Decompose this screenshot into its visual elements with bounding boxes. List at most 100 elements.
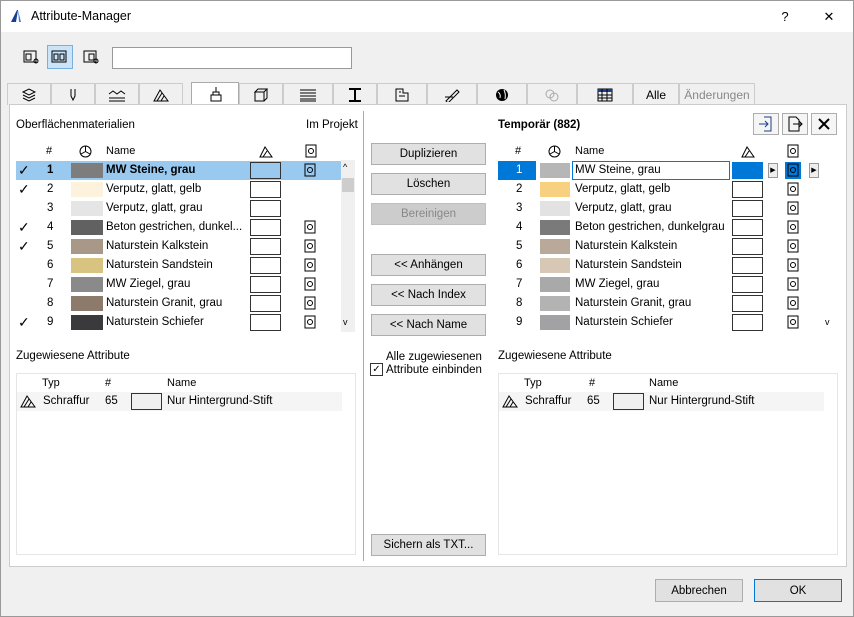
tab-changes[interactable]: Änderungen — [679, 83, 755, 105]
search-input[interactable] — [112, 47, 352, 69]
tab-zones[interactable] — [377, 83, 427, 105]
view-both-button[interactable] — [47, 45, 73, 69]
include-all-checkbox[interactable]: ✓ — [370, 363, 383, 376]
view-right-button[interactable] — [79, 45, 105, 69]
tab-all[interactable]: Alle — [633, 83, 679, 105]
pen-sets-icon — [445, 88, 460, 102]
scroll-thumb[interactable] — [342, 178, 354, 192]
table-row[interactable]: 7 MW Ziegel, grau — [16, 275, 341, 294]
table-row[interactable]: ✓ 2 Verputz, glatt, gelb — [16, 180, 341, 199]
texture-cell — [304, 220, 318, 234]
fill-preview — [250, 162, 281, 179]
row-name: MW Ziegel, grau — [575, 278, 660, 290]
help-button[interactable]: ? — [765, 5, 805, 29]
assigned-name: Nur Hintergrund-Stift — [167, 395, 273, 407]
table-row[interactable]: ✓ 9 Naturstein Schiefer — [16, 313, 341, 332]
left-assigned-header: Typ # Name — [17, 374, 355, 392]
table-row[interactable]: ✓ 5 Naturstein Kalkstein — [16, 237, 341, 256]
texture-cell — [787, 315, 801, 329]
expand-arrow-icon[interactable]: ▶ — [809, 163, 819, 178]
close-button[interactable]: ✕ — [809, 5, 849, 29]
col-num: # — [515, 145, 522, 157]
left-attribute-list[interactable]: # Name ✓ 1 MW Steine, grau ✓ 2 Verputz, glatt… — [16, 142, 356, 332]
row-num: 6 — [516, 259, 523, 271]
tab-pens[interactable] — [51, 83, 95, 105]
table-row[interactable]: ✓ 1 MW Steine, grau — [16, 161, 341, 180]
by-name-button[interactable]: << Nach Name — [371, 314, 486, 336]
table-row[interactable]: 5 Naturstein Kalkstein — [498, 237, 823, 256]
tab-fills[interactable] — [139, 83, 183, 105]
table-row[interactable]: 6 Naturstein Sandstein — [498, 256, 823, 275]
material-swatch — [71, 182, 103, 197]
material-swatch — [71, 220, 103, 235]
table-row[interactable]: ✓ 4 Beton gestrichen, dunkel... — [16, 218, 341, 237]
tab-building-materials[interactable] — [239, 83, 283, 105]
texture-icon — [787, 315, 799, 329]
texture-cell — [787, 201, 801, 215]
assigned-scrollbar[interactable] — [342, 392, 355, 554]
material-swatch — [71, 315, 103, 330]
texture-cell — [304, 163, 318, 177]
ok-button[interactable]: OK — [754, 579, 842, 602]
append-button[interactable]: << Anhängen — [371, 254, 486, 276]
assigned-row[interactable]: Schraffur 65 Nur Hintergrund-Stift — [499, 392, 837, 411]
row-num: 9 — [516, 316, 523, 328]
tab-layers[interactable] — [7, 83, 51, 105]
left-assigned-list[interactable]: Typ # Name Schraffur 65 Nur Hintergrund-… — [16, 373, 356, 555]
close-file-button[interactable] — [811, 113, 837, 135]
table-row[interactable]: 6 Naturstein Sandstein — [16, 256, 341, 275]
import-button[interactable] — [753, 113, 779, 135]
table-row[interactable]: 3 Verputz, glatt, grau — [16, 199, 341, 218]
scroll-down-icon[interactable]: v — [825, 317, 830, 327]
scroll-up-icon[interactable]: ^ — [343, 162, 347, 172]
texture-cell[interactable] — [785, 162, 801, 179]
tab-operation-profiles[interactable] — [527, 83, 577, 105]
by-index-button[interactable]: << Nach Index — [371, 284, 486, 306]
right-assigned-list[interactable]: Typ # Name Schraffur 65 Nur Hintergrund-… — [498, 373, 838, 555]
row-name[interactable]: MW Steine, grau — [575, 164, 661, 176]
save-txt-button[interactable]: Sichern als TXT... — [371, 534, 486, 556]
table-row[interactable]: 4 Beton gestrichen, dunkelgrau — [498, 218, 823, 237]
texture-icon — [787, 182, 799, 196]
scroll-down-icon[interactable]: v — [343, 317, 348, 327]
right-attribute-list[interactable]: # Name 1 MW Steine, grau ▶ ▶ 2 Verputz, glatt… — [498, 142, 838, 332]
fill-preview — [732, 200, 763, 217]
texture-icon — [787, 201, 799, 215]
tab-composites[interactable] — [283, 83, 333, 105]
tab-profiles[interactable] — [333, 83, 377, 105]
right-list-scrollbar[interactable]: v — [823, 160, 837, 332]
table-row[interactable]: 2 Verputz, glatt, gelb — [498, 180, 823, 199]
table-row[interactable]: 8 Naturstein Granit, grau — [16, 294, 341, 313]
material-preview-icon — [548, 145, 561, 158]
left-assigned-title: Zugewiesene Attribute — [16, 350, 130, 362]
duplicate-button[interactable]: Duplizieren — [371, 143, 486, 165]
purge-button[interactable]: Bereinigen — [371, 203, 486, 225]
assigned-scrollbar[interactable] — [824, 392, 837, 554]
table-row[interactable]: 9 Naturstein Schiefer — [498, 313, 823, 332]
left-list-scrollbar[interactable]: ^ v — [341, 160, 355, 332]
tab-all-label: Alle — [645, 87, 666, 102]
delete-button[interactable]: Löschen — [371, 173, 486, 195]
tab-lines[interactable] — [95, 83, 139, 105]
fill-preview — [732, 181, 763, 198]
texture-cell — [787, 182, 801, 196]
table-row[interactable]: 1 MW Steine, grau ▶ ▶ — [498, 161, 823, 180]
table-row[interactable]: 8 Naturstein Granit, grau — [498, 294, 823, 313]
texture-cell — [787, 239, 801, 253]
row-name: Naturstein Sandstein — [575, 259, 682, 271]
view-left-button[interactable] — [19, 45, 45, 69]
cancel-button[interactable]: Abbrechen — [655, 579, 743, 602]
tab-surfaces[interactable] — [191, 82, 239, 105]
row-name: Naturstein Schiefer — [106, 316, 204, 328]
tab-mep[interactable] — [427, 83, 477, 105]
export-button[interactable] — [782, 113, 808, 135]
tab-markup[interactable] — [477, 83, 527, 105]
texture-icon — [787, 239, 799, 253]
material-swatch — [540, 239, 570, 254]
assigned-row[interactable]: Schraffur 65 Nur Hintergrund-Stift — [17, 392, 355, 411]
table-grid-icon — [597, 88, 613, 101]
table-row[interactable]: 7 MW Ziegel, grau — [498, 275, 823, 294]
table-row[interactable]: 3 Verputz, glatt, grau — [498, 199, 823, 218]
tab-property-tables[interactable] — [577, 83, 633, 105]
expand-arrow-icon[interactable]: ▶ — [768, 163, 778, 178]
